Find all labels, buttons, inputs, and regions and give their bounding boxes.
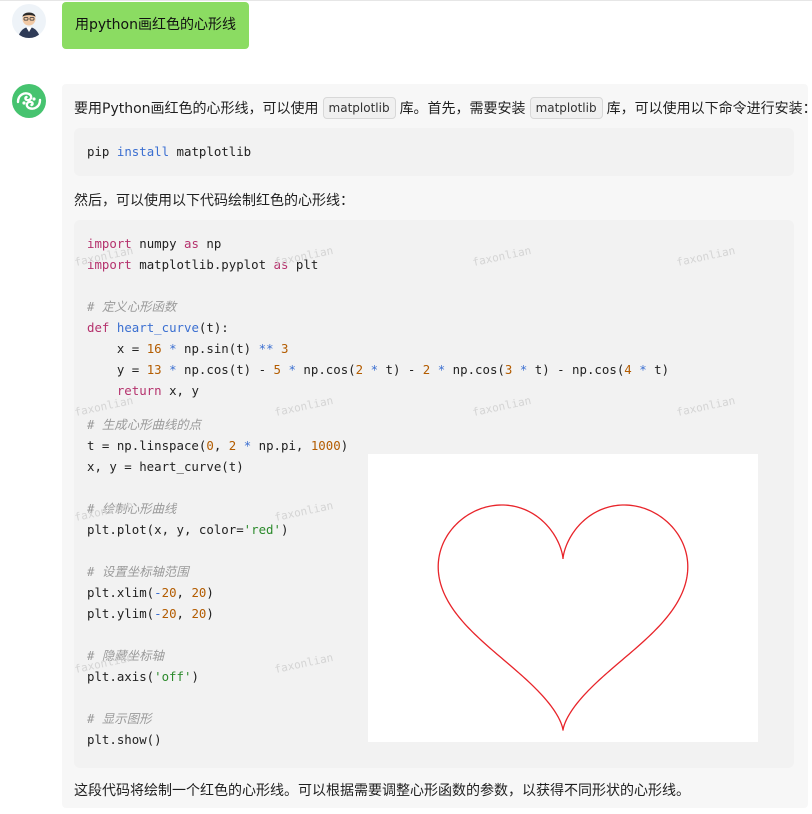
assistant-logo-icon [12,84,46,118]
code-comment-1: # 定义心形函数 [87,299,177,314]
code-line-plot: plt.plot(x, y, color='red') [87,522,289,537]
code-comment-6: # 显示图形 [87,711,152,726]
intro-paragraph: 要用Python画红色的心形线，可以使用 matplotlib 库。首先，需要安装 m… [74,97,812,120]
then-paragraph: 然后，可以使用以下代码绘制红色的心形线： [74,193,354,209]
heart-plot-image [368,454,758,742]
intro-text-2: 库。首先，需要安装 [399,101,526,117]
install-command: pip install matplotlib [87,141,251,162]
code-line-x: x = 16 * np.sin(t) ** 3 [87,341,289,356]
code-line-linspace: t = np.linspace(0, 2 * np.pi, 1000) [87,438,349,453]
watermark: faxonlian [675,393,737,420]
install-code-block[interactable]: pip install matplotlib [74,128,794,176]
code-comment-4: # 设置坐标轴范围 [87,564,189,579]
code-line-xlim: plt.xlim(-20, 20) [87,585,214,600]
inline-code-matplotlib-2: matplotlib [529,97,603,119]
watermark: faxonlian [273,393,335,420]
assistant-message: 要用Python画红色的心形线，可以使用 matplotlib 库。首先，需要安装 m… [62,84,812,808]
code-line-axis: plt.axis('off') [87,669,199,684]
inline-code-matplotlib: matplotlib [322,97,396,119]
conclusion-paragraph: 这段代码将绘制一个红色的心形线。可以根据需要调整心形函数的参数，以获得不同形状的… [74,783,690,799]
code-line-y: y = 13 * np.cos(t) - 5 * np.cos(2 * t) -… [87,362,670,377]
code-line-def: def heart_curve(t): [87,320,229,335]
watermark: faxonlian [675,243,737,270]
code-line-show: plt.show() [87,732,162,747]
code-line-1: import numpy as np [87,236,222,251]
code-line-ylim: plt.ylim(-20, 20) [87,606,214,621]
code-comment-3: # 绘制心形曲线 [87,501,177,516]
top-divider [0,0,812,1]
watermark: faxonlian [471,243,533,270]
code-line-call: x, y = heart_curve(t) [87,459,244,474]
user-message-bubble: 用python画红色的心形线 [62,2,249,49]
watermark: faxonlian [273,650,335,677]
code-line-return: return x, y [87,383,199,398]
heart-plot-svg [437,504,689,731]
intro-text-3: 库，可以使用以下命令进行安装： [606,101,812,117]
code-comment-2: # 生成心形曲线的点 [87,417,202,432]
user-avatar [12,4,46,38]
package-token: matplotlib [176,144,252,159]
watermark: faxonlian [471,393,533,420]
intro-text-1: 要用Python画红色的心形线，可以使用 [74,101,319,117]
pip-token: pip [87,144,110,159]
code-line-2: import matplotlib.pyplot as plt [87,257,319,272]
install-token: install [116,144,170,159]
code-comment-5: # 隐藏坐标轴 [87,648,164,663]
heart-curve [437,504,689,731]
